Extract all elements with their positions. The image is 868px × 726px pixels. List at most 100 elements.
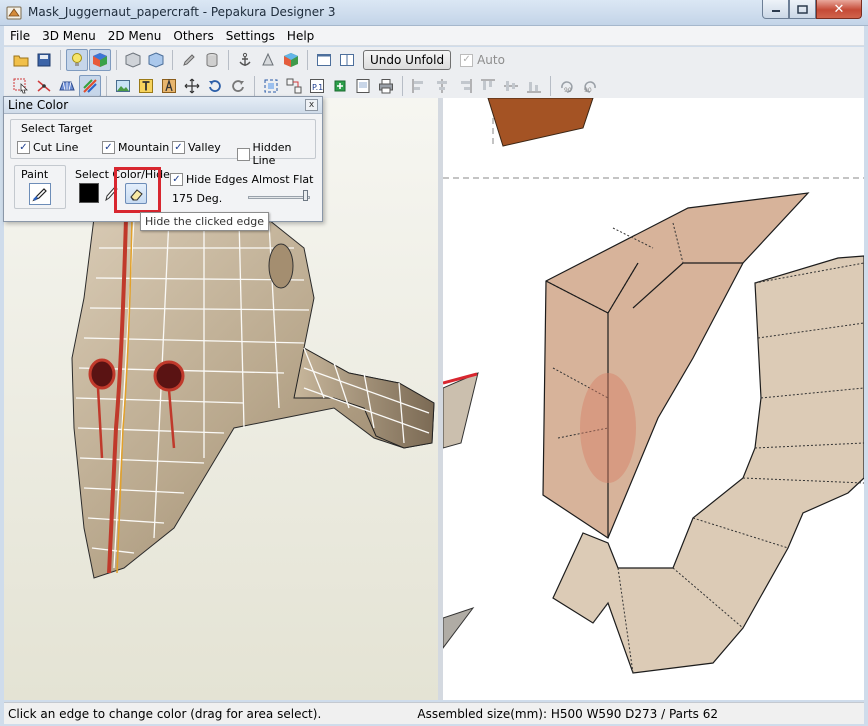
align-middle-button[interactable] [500, 75, 522, 97]
close-window-button[interactable]: ✕ [816, 0, 862, 19]
hidden-line-label: Hidden Line [252, 141, 292, 167]
rotate-tool-button[interactable] [204, 75, 226, 97]
rotate-ccw-90-icon: 90 [561, 80, 573, 94]
page-numbers-button[interactable]: P.1 [306, 75, 328, 97]
angle-slider-track[interactable] [248, 196, 310, 199]
menu-file[interactable]: File [4, 29, 36, 43]
reflect-icon [232, 79, 244, 92]
page-setup-button[interactable] [352, 75, 374, 97]
save-button[interactable] [33, 49, 55, 71]
cylinder-button[interactable] [201, 49, 223, 71]
cube-blue-button[interactable] [145, 49, 167, 71]
dialog-close-button[interactable]: x [305, 99, 318, 111]
fit-view-button[interactable] [260, 75, 282, 97]
toolbar-separator [254, 75, 255, 96]
texture-toggle[interactable] [89, 49, 111, 71]
line-color-dialog: Line Color x Select Target ✓ Cut Line ✓ … [3, 96, 323, 222]
valley-checkbox[interactable]: ✓ [172, 141, 185, 154]
minimize-button[interactable] [762, 0, 789, 19]
text-tool-button[interactable] [135, 75, 157, 97]
angle-slider-thumb[interactable] [303, 190, 308, 201]
align-bottom-icon [527, 81, 541, 92]
unfolded-parts[interactable] [443, 98, 864, 700]
menu-3d[interactable]: 3D Menu [36, 29, 102, 43]
window-single-icon [317, 54, 331, 66]
open-button[interactable] [10, 49, 32, 71]
menu-others[interactable]: Others [167, 29, 219, 43]
cut-line-checkbox[interactable]: ✓ [17, 141, 30, 154]
cube-color-icon [93, 53, 107, 67]
anchor-icon [239, 52, 251, 66]
align-bottom-button[interactable] [523, 75, 545, 97]
reflect-tool-button[interactable] [227, 75, 249, 97]
new-part-icon [334, 80, 346, 91]
menu-2d[interactable]: 2D Menu [102, 29, 168, 43]
dual-page-button[interactable] [336, 49, 358, 71]
option-hidden-line[interactable]: Hidden Line [237, 141, 315, 167]
image-tool-button[interactable] [112, 75, 134, 97]
light-toggle[interactable] [66, 49, 88, 71]
select-tool-button[interactable] [10, 75, 32, 97]
option-valley[interactable]: ✓ Valley [172, 141, 221, 154]
toolbar-separator [228, 50, 229, 70]
paint-label: Paint [21, 168, 49, 181]
move-tool-button[interactable] [181, 75, 203, 97]
rotate-ccw-90-button[interactable]: 90 [556, 75, 578, 97]
toolbar-separator [116, 50, 117, 70]
svg-text:P.1: P.1 [312, 83, 323, 92]
svg-text:90: 90 [564, 87, 572, 94]
flaps-tool-button[interactable] [56, 75, 78, 97]
mountain-checkbox[interactable]: ✓ [102, 141, 115, 154]
menu-help[interactable]: Help [281, 29, 320, 43]
hide-flat-checkbox[interactable]: ✓ [170, 173, 183, 186]
align-top-button[interactable] [477, 75, 499, 97]
bulb-icon [72, 53, 82, 66]
printer-icon [379, 78, 393, 93]
single-page-button[interactable] [313, 49, 335, 71]
undo-unfold-button[interactable]: Undo Unfold [363, 50, 452, 70]
rotate-cw-90-button[interactable]: 90 [579, 75, 601, 97]
color-cube-button[interactable] [280, 49, 302, 71]
align-left-icon [412, 78, 423, 93]
floppy-icon [37, 53, 51, 67]
line-color-tool-button[interactable] [79, 74, 101, 97]
cut-line-label: Cut Line [33, 141, 79, 154]
anchor-button[interactable] [234, 49, 256, 71]
font-tool-button[interactable] [158, 75, 180, 97]
option-cut-line[interactable]: ✓ Cut Line [17, 141, 78, 154]
print-button[interactable] [375, 75, 397, 97]
dialog-title-bar[interactable]: Line Color x [4, 97, 322, 114]
2d-view[interactable] [443, 98, 864, 700]
menu-settings[interactable]: Settings [220, 29, 281, 43]
edit-button[interactable] [178, 49, 200, 71]
option-mountain[interactable]: ✓ Mountain [102, 141, 169, 154]
align-center-button[interactable] [431, 75, 453, 97]
hide-flat-option[interactable]: ✓ Hide Edges Almost Flat [170, 173, 314, 186]
color-swatch[interactable] [79, 183, 99, 203]
toolbar-separator [172, 50, 173, 70]
cylinder-icon [206, 53, 218, 67]
maximize-button[interactable] [789, 0, 816, 19]
zoom-fit-icon [264, 79, 278, 92]
auto-checkbox[interactable]: ✓ [460, 53, 474, 67]
auto-label: Auto [477, 53, 505, 67]
hidden-line-checkbox[interactable] [237, 147, 250, 161]
align-top-icon [481, 79, 495, 90]
new-part-button[interactable] [329, 75, 351, 97]
flaps-icon [59, 81, 75, 90]
paint-tool-button[interactable] [29, 183, 51, 205]
paint-group: Paint [14, 165, 66, 209]
arrange-button[interactable] [283, 75, 305, 97]
window-split-icon [340, 54, 354, 66]
join-tool-button[interactable] [33, 75, 55, 97]
cube-gray-button[interactable] [122, 49, 144, 71]
shape-button[interactable] [257, 49, 279, 71]
align-right-button[interactable] [454, 75, 476, 97]
align-center-icon [437, 78, 447, 93]
toolbar-separator [60, 50, 61, 70]
cube-gray-icon [125, 52, 141, 68]
toolbar-separator [550, 75, 551, 96]
align-left-button[interactable] [408, 75, 430, 97]
status-hint: Click an edge to change color (drag for … [8, 707, 322, 721]
arrange-icon [286, 78, 302, 93]
